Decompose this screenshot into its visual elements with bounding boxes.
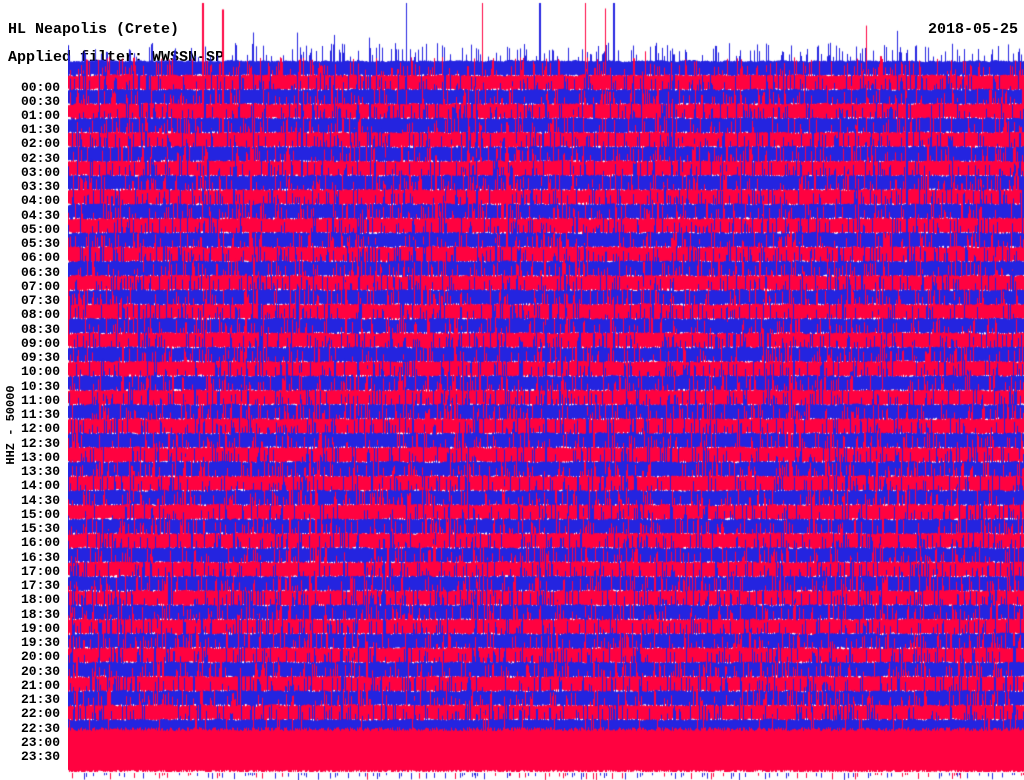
time-label: 04:30	[20, 207, 60, 223]
time-label: 15:00	[20, 506, 60, 522]
time-label: 04:00	[20, 193, 60, 209]
time-label: 02:00	[20, 136, 60, 152]
time-label: 21:00	[20, 677, 60, 693]
time-label: 06:00	[20, 250, 60, 266]
time-label: 12:30	[20, 435, 60, 451]
time-label: 19:00	[20, 620, 60, 636]
time-label: 17:00	[20, 563, 60, 579]
time-label: 05:30	[20, 236, 60, 252]
time-label: 00:00	[20, 79, 60, 95]
time-label: 08:30	[20, 321, 60, 337]
time-label: 13:00	[20, 449, 60, 465]
time-label: 19:30	[20, 635, 60, 651]
time-label: 20:30	[20, 663, 60, 679]
time-axis-labels: 00:00 00:30 01:00 01:30 02:00 02:30 03:00 03:30…	[0, 0, 62, 780]
time-label: 23:00	[20, 734, 60, 750]
time-label: 14:30	[20, 492, 60, 508]
time-label: 15:30	[20, 521, 60, 537]
time-label: 16:00	[20, 535, 60, 551]
time-label: 10:00	[20, 364, 60, 380]
time-label: 17:30	[20, 578, 60, 594]
time-label: 01:00	[20, 107, 60, 123]
time-label: 21:30	[20, 692, 60, 708]
time-label: 03:00	[20, 164, 60, 180]
time-label: 02:30	[20, 150, 60, 166]
time-label: 01:30	[20, 122, 60, 138]
time-label: 20:00	[20, 649, 60, 665]
time-label: 11:30	[20, 407, 60, 423]
helicorder-plot	[68, 0, 1024, 780]
time-label: 22:30	[20, 720, 60, 736]
time-label: 14:00	[20, 478, 60, 494]
time-label: 18:00	[20, 592, 60, 608]
time-label: 00:30	[20, 93, 60, 109]
time-label: 23:30	[20, 749, 60, 764]
time-label: 08:00	[20, 307, 60, 323]
time-label: 03:30	[20, 179, 60, 195]
time-label: 09:00	[20, 335, 60, 351]
time-label: 07:30	[20, 293, 60, 309]
time-label: 09:30	[20, 350, 60, 366]
time-label: 05:00	[20, 221, 60, 237]
time-label: 13:30	[20, 464, 60, 480]
time-label: 11:00	[20, 392, 60, 408]
time-label: 06:30	[20, 264, 60, 280]
time-label: 12:00	[20, 421, 60, 437]
time-label: 22:00	[20, 706, 60, 722]
time-label: 18:30	[20, 606, 60, 622]
time-label: 07:00	[20, 278, 60, 294]
time-label: 10:30	[20, 378, 60, 394]
time-label: 16:30	[20, 549, 60, 565]
